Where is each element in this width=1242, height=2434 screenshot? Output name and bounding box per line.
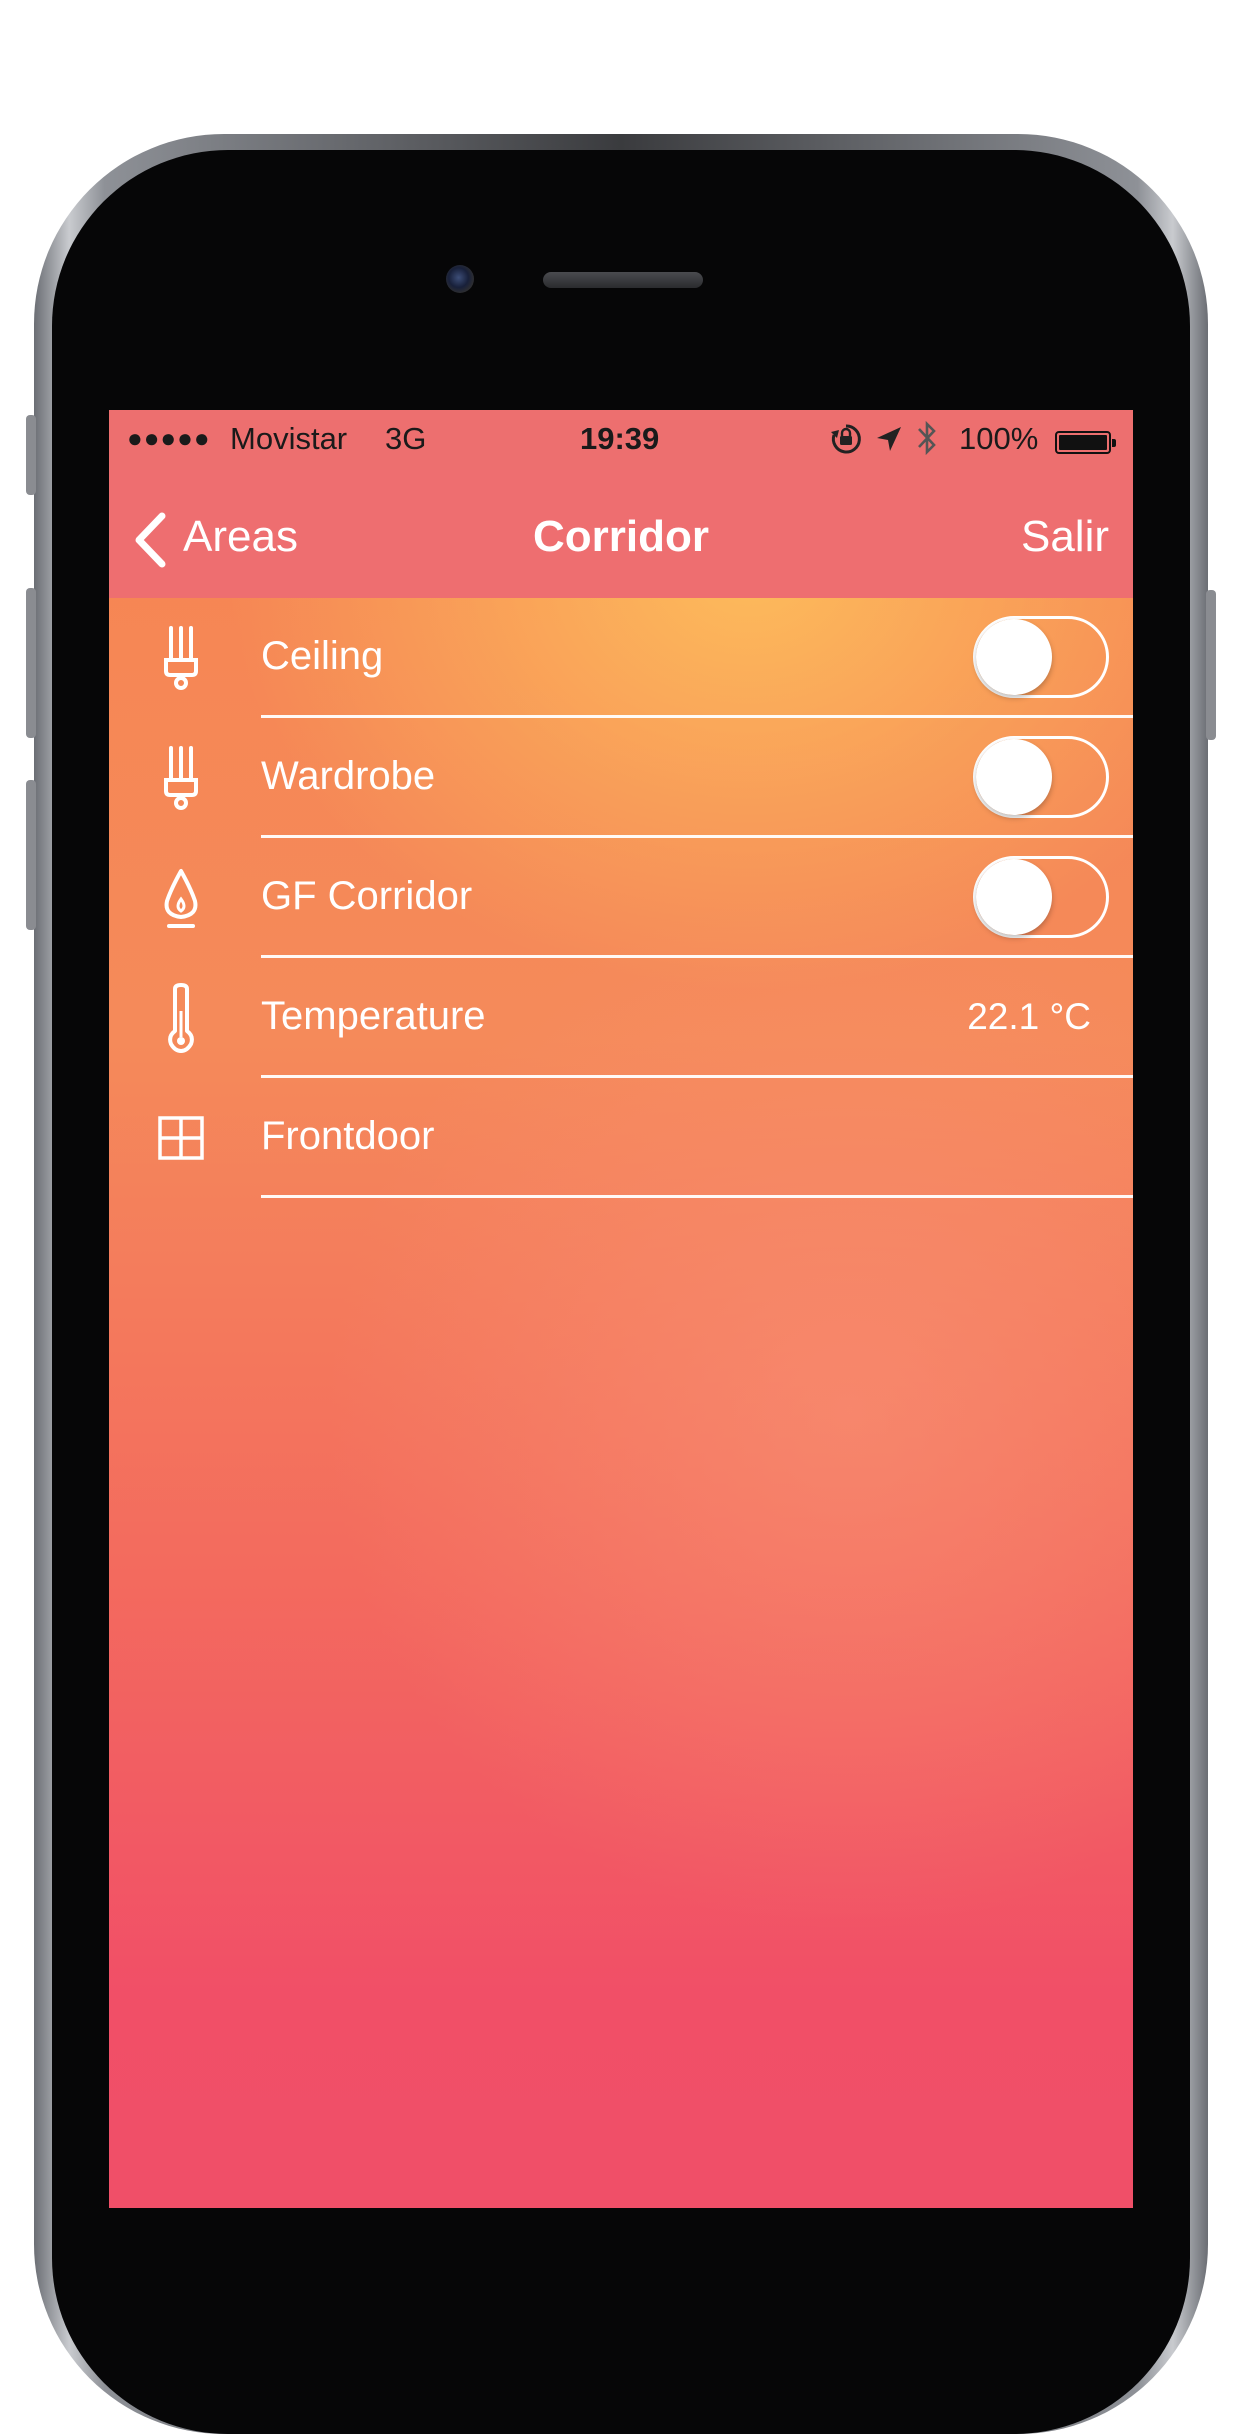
navigation-bar: Areas Corridor Salir — [109, 470, 1133, 598]
row-label: Temperature — [261, 994, 486, 1038]
toggle-knob — [976, 619, 1052, 695]
row-label: Ceiling — [261, 634, 384, 678]
list-item-temperature: Temperature 22.1 °C — [109, 958, 1133, 1078]
wardrobe-toggle[interactable] — [973, 736, 1109, 818]
network-type: 3G — [385, 421, 427, 456]
toggle-knob — [976, 859, 1052, 935]
row-divider — [261, 1195, 1133, 1198]
row-label: GF Corridor — [261, 874, 473, 918]
battery-percent: 100% — [959, 421, 1039, 456]
battery-icon — [1055, 431, 1116, 454]
row-label: Frontdoor — [261, 1114, 435, 1158]
toggle-knob — [976, 739, 1052, 815]
bulb-icon — [164, 746, 198, 810]
list-item-gf-corridor: GF Corridor — [109, 838, 1133, 958]
flame-icon — [164, 869, 198, 928]
status-time: 19:39 — [580, 421, 660, 456]
volume-down-button — [26, 780, 36, 930]
device-list: Ceiling Wardrobe GF Corridor Temperature… — [109, 598, 1133, 1198]
ceiling-toggle[interactable] — [973, 616, 1109, 698]
status-bar: ●●●●● Movistar 3G 19:39 100% — [109, 410, 1133, 470]
page-title: Corridor — [533, 512, 709, 561]
row-label: Wardrobe — [261, 754, 436, 798]
exit-button[interactable]: Salir — [1021, 512, 1109, 562]
window-icon — [158, 1116, 204, 1160]
volume-up-button — [26, 588, 36, 738]
gf-corridor-toggle[interactable] — [973, 856, 1109, 938]
front-camera — [446, 265, 474, 293]
list-item-frontdoor: Frontdoor — [109, 1078, 1133, 1198]
signal-strength: ●●●●● — [127, 423, 211, 453]
earpiece-speaker — [543, 272, 703, 288]
bluetooth-icon — [918, 420, 936, 456]
list-item-ceiling: Ceiling — [109, 598, 1133, 718]
app-screen: ●●●●● Movistar 3G 19:39 100% Areas Corri… — [109, 410, 1133, 2208]
list-item-wardrobe: Wardrobe — [109, 718, 1133, 838]
temperature-value: 22.1 °C — [967, 996, 1091, 1037]
bulb-icon — [164, 626, 198, 690]
rotation-lock-icon — [831, 424, 861, 454]
mute-switch — [26, 415, 36, 495]
carrier-name: Movistar — [230, 421, 348, 456]
power-button — [1206, 590, 1216, 740]
location-arrow-icon — [877, 427, 901, 451]
thermometer-icon — [168, 983, 194, 1053]
